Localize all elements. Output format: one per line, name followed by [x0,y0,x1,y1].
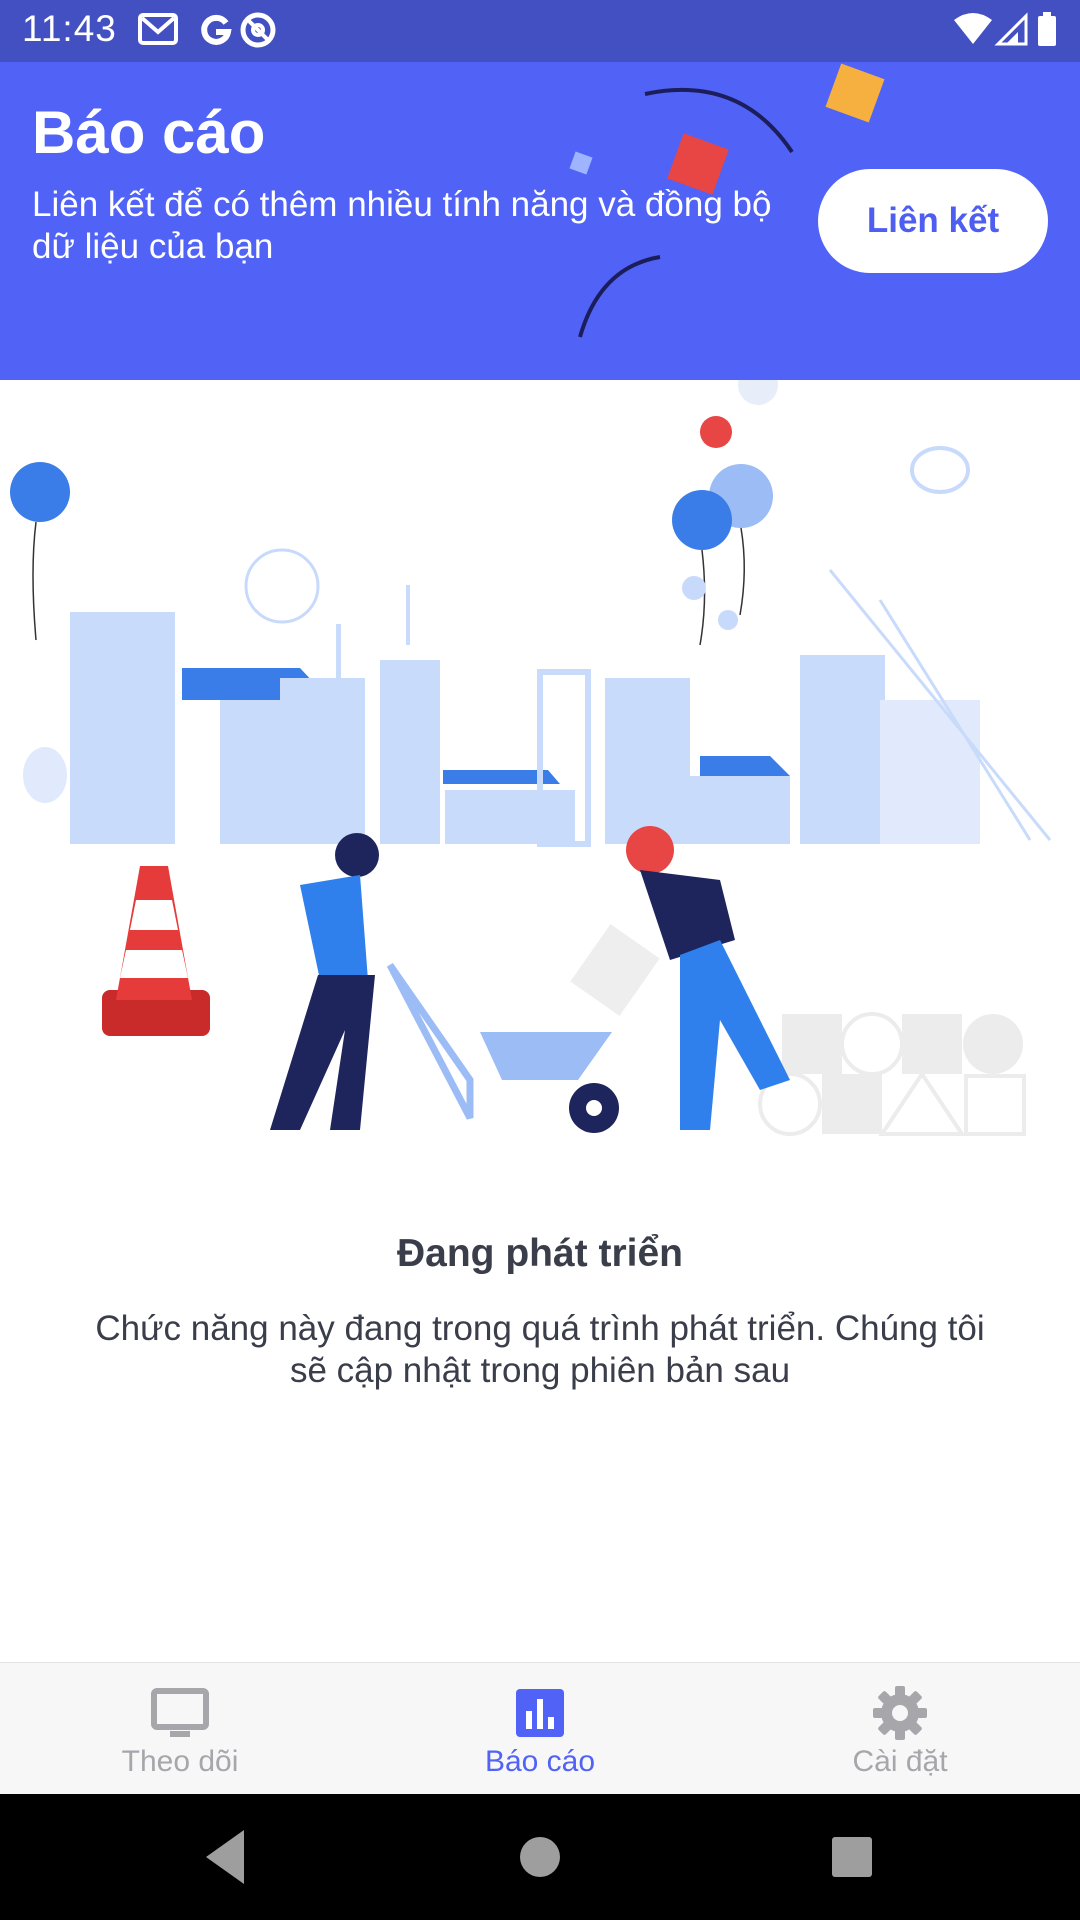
google-icon [201,14,232,45]
tab-bao-cao[interactable]: Báo cáo [360,1663,720,1795]
status-bar: 11:43 [0,0,1080,62]
monitor-icon [151,1688,209,1737]
tab-theo-doi[interactable]: Theo dõi [0,1663,360,1795]
wifi-icon [954,13,992,44]
tab-label: Cài đặt [852,1745,948,1778]
gear-icon [873,1686,927,1740]
bar-chart-icon [516,1689,564,1737]
battery-icon [1038,12,1056,46]
status-right-icons [954,12,1056,46]
tab-label: Báo cáo [484,1745,596,1778]
link-account-button[interactable]: Liên kết [818,169,1048,273]
empty-state-title: Đang phát triển [396,1232,683,1275]
header-subtitle: Liên kết để có thêm nhiều tính năng và đ… [32,185,772,266]
home-icon [520,1837,560,1877]
system-navigation-bar [0,1794,1080,1920]
system-nav-buttons [206,1830,872,1884]
header-banner: Báo cáo Liên kết để có thêm nhiều tính n… [0,62,1080,380]
tab-label: Theo dõi [121,1745,239,1778]
gmail-icon [138,13,178,45]
recents-icon [832,1837,872,1877]
tab-cai-dat[interactable]: Cài đặt [720,1663,1080,1795]
bottom-navigation: Theo dõi Báo cáo Cài đặt [0,1662,1080,1795]
back-icon [206,1830,244,1884]
status-time: 11:43 [22,8,117,49]
at-sign-icon [240,12,276,48]
construction-city-illustration [10,380,1052,1136]
empty-state-description: Chức năng này đang trong quá trình phát … [95,1309,985,1390]
status-left-icons [138,12,276,48]
page-title: Báo cáo [32,99,266,166]
